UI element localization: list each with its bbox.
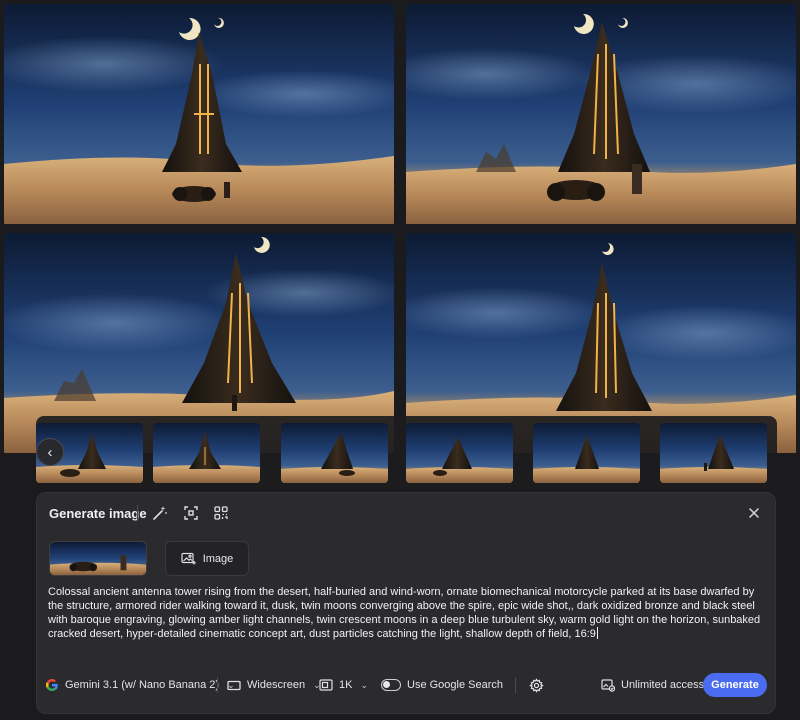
generated-image-1[interactable] <box>4 4 394 224</box>
resolution-label: 1K <box>339 679 353 691</box>
access-icon <box>601 679 615 692</box>
variation-thumb-6[interactable] <box>660 423 767 483</box>
generated-image-2[interactable] <box>406 4 796 224</box>
access-label: Unlimited access <box>621 679 705 691</box>
google-search-toggle[interactable]: Use Google Search <box>381 673 503 697</box>
model-selector[interactable]: Gemini 3.1 (w/ Nano Banana 2) ⌄ <box>45 673 235 697</box>
prompt-textarea[interactable]: Colossal ancient antenna tower rising fr… <box>48 585 768 641</box>
settings-button[interactable] <box>529 673 544 697</box>
add-image-button[interactable]: Image <box>165 541 249 576</box>
generate-image-panel: Generate image Image Colossal ancient an… <box>36 492 776 714</box>
toggle-switch[interactable] <box>381 679 401 691</box>
prompt-text: Colossal ancient antenna tower rising fr… <box>48 586 761 640</box>
google-search-label: Use Google Search <box>407 679 503 691</box>
toolbar-divider <box>515 677 516 693</box>
aspect-ratio-label: Widescreen <box>247 679 306 691</box>
variation-thumb-3[interactable] <box>281 423 388 483</box>
access-status: Unlimited access <box>601 673 704 697</box>
toolbar-divider <box>217 677 218 693</box>
strip-previous-button[interactable]: ‹ <box>36 438 64 466</box>
generate-button[interactable]: Generate <box>703 673 767 697</box>
chevron-down-icon: ⌄ <box>360 679 369 690</box>
qr-scan-icon[interactable] <box>210 502 232 524</box>
crop-select-icon[interactable] <box>180 502 202 524</box>
variation-strip <box>36 416 777 488</box>
variation-thumb-2[interactable] <box>153 423 260 483</box>
variation-thumb-4[interactable] <box>406 423 513 483</box>
aspect-ratio-selector[interactable]: Widescreen ⌄ <box>227 673 321 697</box>
close-button[interactable] <box>743 502 765 524</box>
widescreen-icon <box>227 680 241 690</box>
image-size-icon <box>319 679 333 691</box>
header-divider <box>137 505 138 521</box>
add-image-label: Image <box>202 552 234 565</box>
google-g-icon <box>46 679 58 691</box>
settings-icon <box>529 677 544 693</box>
magic-wand-icon[interactable] <box>149 502 171 524</box>
resolution-selector[interactable]: 1K ⌄ <box>319 673 368 697</box>
model-label: Gemini 3.1 (w/ Nano Banana 2) <box>65 679 220 691</box>
reference-image-thumb[interactable] <box>49 541 147 576</box>
variation-thumb-5[interactable] <box>533 423 640 483</box>
text-caret <box>596 627 598 639</box>
panel-title: Generate image <box>49 506 147 521</box>
chevron-left-icon: ‹ <box>47 443 53 461</box>
close-icon <box>749 508 759 518</box>
image-add-icon <box>181 552 196 565</box>
